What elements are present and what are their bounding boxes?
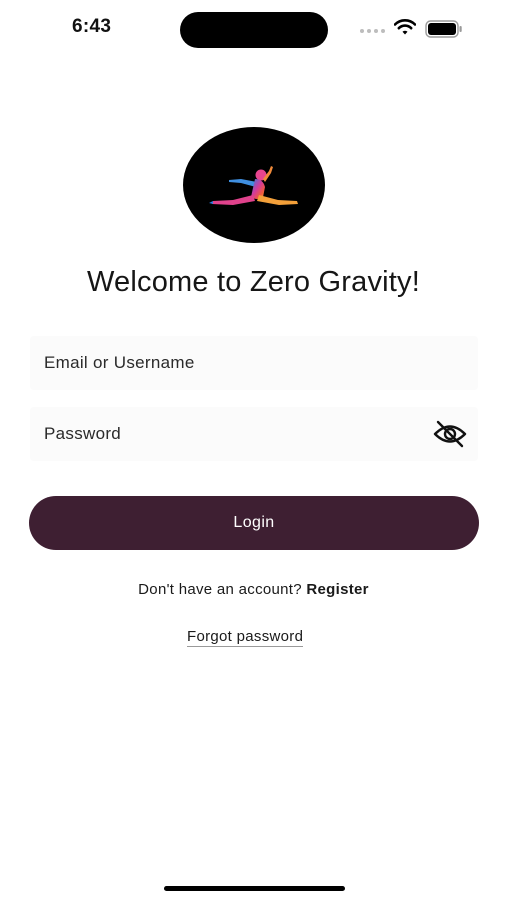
email-field[interactable] [30,336,478,390]
battery-icon [425,20,462,38]
gymnast-leap-logo [209,166,298,205]
password-field-container [30,407,478,461]
wifi-icon [394,19,416,35]
eye-slash-icon[interactable] [432,420,468,448]
page-title: Welcome to Zero Gravity! [86,266,421,298]
login-button[interactable]: Login [29,496,479,550]
forgot-password-link[interactable]: Forgot password [187,628,304,647]
cellular-signal-icon [360,29,385,33]
dynamic-island [180,12,328,48]
home-indicator [164,886,345,891]
register-prompt: Don't have an account? Register [0,581,507,598]
register-prompt-text: Don't have an account? [138,581,307,598]
app-logo [183,127,325,243]
register-link[interactable]: Register [306,581,368,598]
password-field[interactable] [30,407,478,461]
email-field-container [30,336,478,390]
status-time: 6:43 [72,16,112,37]
